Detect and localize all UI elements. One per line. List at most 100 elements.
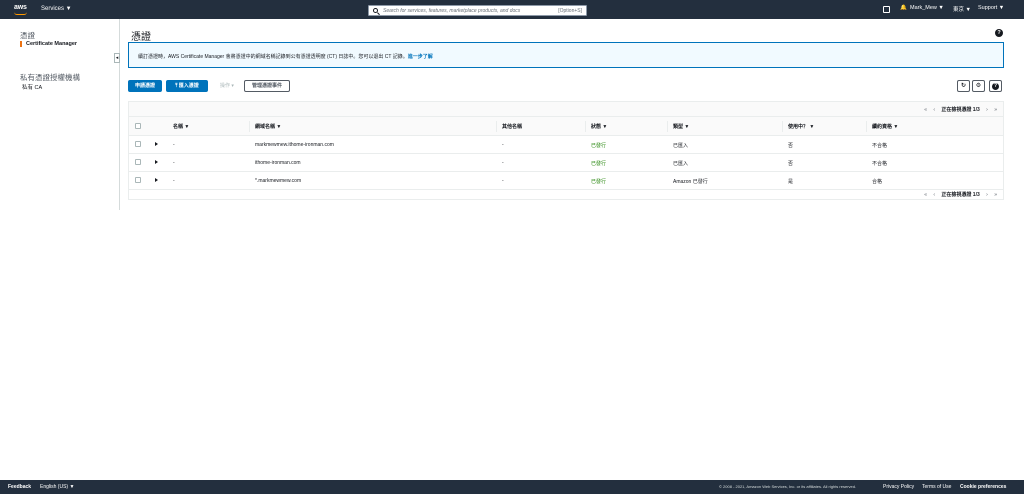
- row-checkbox[interactable]: [135, 141, 141, 147]
- pager: « ‹ 正在檢視憑證 1/3 › »: [919, 106, 997, 113]
- services-menu[interactable]: Services ▼: [41, 6, 72, 12]
- cell-status: 已發行: [591, 179, 607, 185]
- help-icon[interactable]: ?: [995, 29, 1003, 37]
- gear-icon: ⚙: [975, 83, 982, 89]
- column-header-name[interactable]: 名稱 ▼: [173, 123, 189, 130]
- column-divider: [585, 121, 586, 132]
- prev-page-icon[interactable]: ‹: [933, 192, 935, 198]
- expand-row-icon[interactable]: [155, 142, 158, 146]
- row-checkbox[interactable]: [135, 159, 141, 165]
- banner-text: 續訂憑證時，AWS Certificate Manager 會將憑證中的網域名稱…: [138, 53, 433, 60]
- row-checkbox[interactable]: [135, 177, 141, 183]
- pager-label: 正在檢視憑證 1/3: [941, 107, 980, 113]
- cell-renewal: 不合格: [872, 161, 888, 167]
- expand-row-icon[interactable]: [155, 178, 158, 182]
- cell-name: -: [173, 142, 175, 148]
- cell-domain: markmewmew.ithome-ironman.com: [255, 142, 334, 148]
- column-divider: [249, 121, 250, 132]
- region-menu[interactable]: 東京 ▼: [953, 5, 971, 13]
- collapse-sidebar-button[interactable]: ◂: [114, 53, 120, 63]
- column-divider: [496, 121, 497, 132]
- language-selector[interactable]: English (US) ▼: [40, 484, 74, 490]
- cell-in-use: 否: [788, 161, 794, 167]
- search-shortcut: [Option+S]: [558, 8, 582, 14]
- table-row[interactable]: - *.markmewmew.com - 已發行 Amazon 已發行 是 合格: [129, 172, 1003, 190]
- feedback-link[interactable]: Feedback: [8, 484, 31, 490]
- pagination-bottom: « ‹ 正在檢視憑證 1/3 › »: [129, 189, 1003, 201]
- cell-domain: *.markmewmew.com: [255, 178, 302, 184]
- cell-name: -: [173, 178, 175, 184]
- aws-smile-icon: [14, 12, 27, 15]
- next-page-icon[interactable]: ›: [986, 107, 988, 113]
- cell-domain: ithome-ironman.com: [255, 160, 301, 166]
- table-help-button[interactable]: ?: [989, 80, 1002, 92]
- cell-status: 已發行: [591, 161, 607, 167]
- manage-certificate-events-button[interactable]: 管理憑證事件: [244, 80, 290, 92]
- first-page-icon[interactable]: «: [924, 192, 927, 198]
- search-icon: [373, 8, 378, 13]
- footer: Feedback English (US) ▼ © 2008 - 2021, A…: [0, 480, 1024, 494]
- help-icon: ?: [992, 83, 999, 90]
- search-input[interactable]: Search for services, features, marketpla…: [368, 5, 587, 16]
- cell-in-use: 是: [788, 179, 794, 185]
- learn-more-link[interactable]: 進一步了解: [408, 54, 433, 60]
- bell-icon[interactable]: 🔔: [900, 5, 907, 11]
- sidebar-group-private-ca: 私有憑證授權機構: [20, 73, 80, 82]
- refresh-button[interactable]: ↻: [957, 80, 970, 92]
- sidebar: 憑證 Certificate Manager 私有憑證授權機構 私有 CA: [0, 19, 120, 210]
- banner-message: 續訂憑證時，AWS Certificate Manager 會將憑證中的網域名稱…: [138, 54, 408, 60]
- column-header-in-use[interactable]: 使用中？ ▼: [788, 123, 814, 130]
- table-header: 名稱 ▼ 網域名稱 ▼ 其他名稱 狀態 ▼ 類型 ▼ 使用中？ ▼ 續約資格 ▼: [129, 117, 1003, 136]
- column-header-status[interactable]: 狀態 ▼: [591, 123, 607, 130]
- sidebar-group-certificates: 憑證: [20, 31, 35, 40]
- first-page-icon[interactable]: «: [924, 107, 927, 113]
- actions-dropdown[interactable]: 操作 ▾: [212, 80, 242, 92]
- pager: « ‹ 正在檢視憑證 1/3 › »: [919, 191, 997, 198]
- refresh-icon: ↻: [960, 83, 967, 89]
- support-menu[interactable]: Support ▼: [978, 5, 1004, 11]
- cloudshell-icon[interactable]: [883, 6, 890, 13]
- sidebar-item-certificate-manager[interactable]: Certificate Manager: [20, 41, 77, 47]
- cell-renewal: 不合格: [872, 143, 888, 149]
- cell-type: 已匯入: [673, 161, 689, 167]
- account-menu[interactable]: Mark_Mew ▼: [910, 5, 944, 11]
- select-all-checkbox[interactable]: [135, 123, 141, 129]
- sidebar-item-private-ca[interactable]: 私有 CA: [22, 83, 42, 91]
- column-header-domain[interactable]: 網域名稱 ▼: [255, 123, 281, 130]
- settings-button[interactable]: ⚙: [972, 80, 985, 92]
- terms-of-use-link[interactable]: Terms of Use: [922, 484, 951, 490]
- pager-label: 正在檢視憑證 1/3: [941, 192, 980, 198]
- column-divider: [667, 121, 668, 132]
- column-header-renewal[interactable]: 續約資格 ▼: [872, 123, 898, 130]
- top-navigation: aws Services ▼ Search for services, feat…: [0, 0, 1024, 19]
- column-header-type[interactable]: 類型 ▼: [673, 123, 689, 130]
- next-page-icon[interactable]: ›: [986, 192, 988, 198]
- page-title: 憑證: [131, 32, 151, 43]
- last-page-icon[interactable]: »: [994, 192, 997, 198]
- privacy-policy-link[interactable]: Privacy Policy: [883, 484, 914, 490]
- column-header-other-names: 其他名稱: [502, 124, 523, 130]
- expand-row-icon[interactable]: [155, 160, 158, 164]
- last-page-icon[interactable]: »: [994, 107, 997, 113]
- cell-type: 已匯入: [673, 143, 689, 149]
- copyright-text: © 2008 - 2021, Amazon Web Services, Inc.…: [719, 484, 857, 489]
- cell-name: -: [173, 160, 175, 166]
- cookie-preferences-link[interactable]: Cookie preferences: [960, 484, 1006, 490]
- cell-other-names: -: [502, 142, 504, 148]
- cell-type: Amazon 已發行: [673, 179, 708, 185]
- pagination-top: « ‹ 正在檢視憑證 1/3 › »: [129, 102, 1003, 117]
- cell-renewal: 合格: [872, 179, 883, 185]
- column-divider: [866, 121, 867, 132]
- cell-other-names: -: [502, 178, 504, 184]
- certificates-table: « ‹ 正在檢視憑證 1/3 › » 名稱 ▼ 網域名稱 ▼ 其他名稱 狀態 ▼…: [128, 101, 1004, 200]
- request-certificate-button[interactable]: 申請憑證: [128, 80, 162, 92]
- aws-logo[interactable]: aws: [14, 4, 27, 11]
- prev-page-icon[interactable]: ‹: [933, 107, 935, 113]
- table-row[interactable]: - markmewmew.ithome-ironman.com - 已發行 已匯…: [129, 136, 1003, 154]
- search-placeholder: Search for services, features, marketpla…: [383, 8, 521, 14]
- column-divider: [782, 121, 783, 132]
- info-banner: 續訂憑證時，AWS Certificate Manager 會將憑證中的網域名稱…: [128, 42, 1004, 68]
- cell-in-use: 否: [788, 143, 794, 149]
- table-row[interactable]: - ithome-ironman.com - 已發行 已匯入 否 不合格: [129, 154, 1003, 172]
- import-certificate-button[interactable]: ⤒ 匯入憑證: [166, 80, 208, 92]
